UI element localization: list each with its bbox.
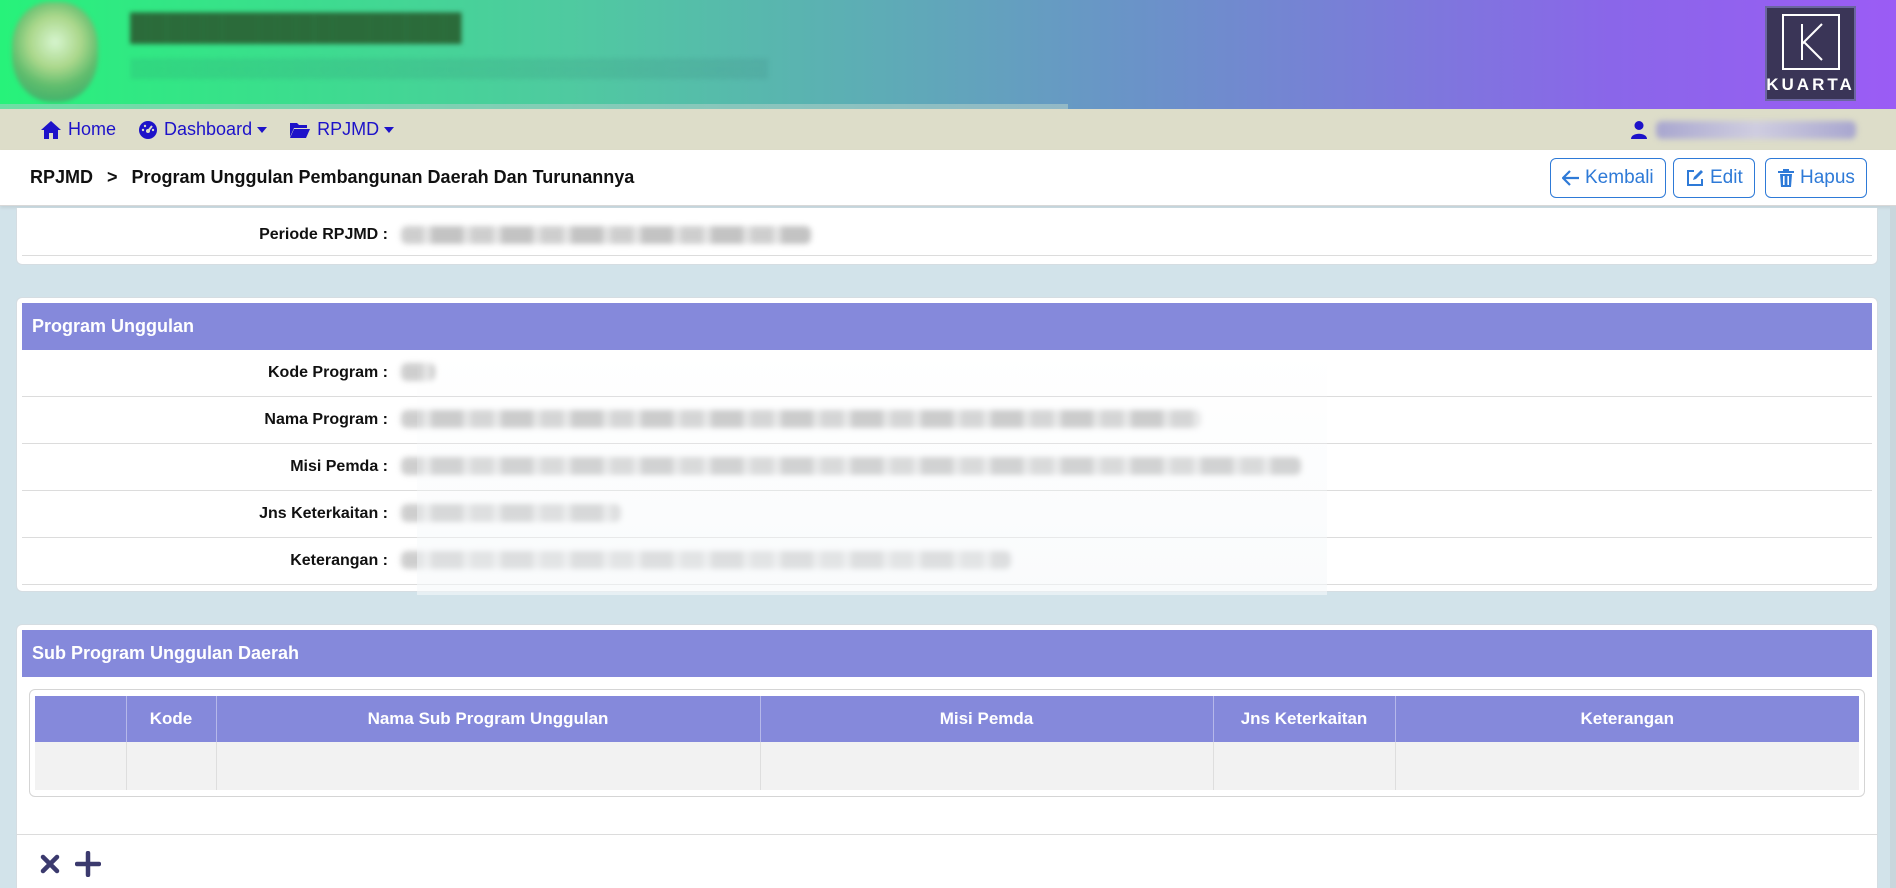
delete-button[interactable]: Hapus	[1765, 158, 1867, 198]
column-header-kode[interactable]: Kode	[125, 696, 216, 742]
chevron-down-icon	[384, 126, 395, 133]
sub-program-card: Sub Program Unggulan Daerah Kode Nama Su…	[16, 624, 1878, 888]
user-icon	[1631, 120, 1647, 139]
field-row-nama-program: Nama Program :	[22, 397, 1872, 444]
column-header-keterangan[interactable]: Keterangan	[1394, 696, 1859, 742]
delete-button-label: Hapus	[1800, 167, 1855, 188]
sub-program-table: Kode Nama Sub Program Unggulan Misi Pemd…	[35, 696, 1859, 790]
nav-rpjmd[interactable]: RPJMD	[289, 119, 395, 140]
nama-program-value-blurred	[401, 410, 1201, 428]
nav-dashboard-label: Dashboard	[164, 119, 253, 139]
field-row-kode-program: Kode Program :	[22, 350, 1872, 397]
table-cell	[125, 742, 216, 790]
table-cell	[215, 742, 760, 790]
home-icon	[41, 120, 61, 139]
arrow-left-icon	[1562, 170, 1579, 186]
periode-row: Periode RPJMD :	[22, 220, 1872, 256]
nav-rpjmd-label: RPJMD	[317, 119, 380, 139]
user-menu[interactable]	[1630, 109, 1856, 150]
breadcrumb-root[interactable]: RPJMD	[30, 167, 93, 188]
sub-program-header: Sub Program Unggulan Daerah	[22, 630, 1872, 677]
table-cell	[35, 742, 126, 790]
field-row-keterangan: Keterangan :	[22, 538, 1872, 585]
breadcrumb-current: Program Unggulan Pembangunan Daerah Dan …	[131, 167, 635, 187]
keterangan-value-blurred	[401, 551, 1011, 569]
app-banner: ██████████████████ ░░░░░░░░░░░░░░░░░░░░░…	[0, 0, 1896, 112]
edit-button-label: Edit	[1710, 167, 1743, 188]
banner-title-blurred: ██████████████████	[130, 13, 462, 42]
field-row-misi-pemda: Misi Pemda :	[22, 444, 1872, 491]
column-header-misi-pemda[interactable]: Misi Pemda	[759, 696, 1213, 742]
page-scrollbar[interactable]	[1890, 206, 1896, 888]
kode-program-label: Kode Program :	[267, 364, 388, 381]
kuarta-k-mark	[1781, 14, 1840, 70]
table-row[interactable]	[35, 742, 1859, 790]
government-crest-logo	[12, 2, 98, 102]
plus-icon[interactable]	[75, 851, 101, 877]
jns-keterkaitan-label: Jns Keterkaitan :	[259, 505, 388, 522]
chevron-down-icon	[257, 126, 268, 133]
misi-pemda-label: Misi Pemda :	[290, 458, 388, 475]
program-unggulan-header: Program Unggulan	[22, 303, 1872, 350]
table-header-row: Kode Nama Sub Program Unggulan Misi Pemd…	[35, 696, 1859, 742]
field-row-jns-keterkaitan: Jns Keterkaitan :	[22, 491, 1872, 538]
table-cell	[1212, 742, 1395, 790]
breadcrumb: RPJMD > Program Unggulan Pembangunan Dae…	[30, 167, 634, 188]
misi-pemda-value-blurred	[401, 457, 1301, 475]
sub-program-table-wrapper: Kode Nama Sub Program Unggulan Misi Pemd…	[29, 689, 1865, 797]
back-button-label: Kembali	[1585, 167, 1654, 188]
nama-program-label: Nama Program :	[264, 411, 388, 428]
dashboard-icon	[139, 120, 158, 139]
nav-home-label: Home	[68, 119, 117, 139]
kuarta-logo: KUARTA	[1765, 6, 1856, 101]
column-header-jns-keterkaitan[interactable]: Jns Keterkaitan	[1212, 696, 1395, 742]
table-cell	[759, 742, 1213, 790]
breadcrumb-separator: >	[107, 167, 118, 187]
column-header-select	[35, 696, 126, 742]
column-header-nama-sub-program[interactable]: Nama Sub Program Unggulan	[215, 696, 760, 742]
edit-button[interactable]: Edit	[1673, 158, 1755, 198]
user-name-blurred	[1656, 120, 1856, 139]
periode-label: Periode RPJMD :	[259, 226, 388, 243]
breadcrumb-bar: RPJMD > Program Unggulan Pembangunan Dae…	[0, 150, 1896, 206]
nav-home[interactable]: Home	[40, 119, 116, 140]
close-icon[interactable]	[39, 853, 61, 875]
back-button[interactable]: Kembali	[1550, 158, 1666, 198]
table-cell	[1394, 742, 1859, 790]
periode-card: Periode RPJMD :	[16, 208, 1878, 265]
keterangan-label: Keterangan :	[290, 552, 388, 569]
top-navbar: Home Dashboard RPJMD	[0, 109, 1896, 150]
banner-titles-blurred: ██████████████████ ░░░░░░░░░░░░░░░░░░░░░…	[130, 12, 1065, 108]
periode-value-blurred	[401, 226, 811, 244]
kode-program-value-blurred	[401, 363, 435, 381]
banner-subtitle-blurred: ░░░░░░░░░░░░░░░░░░░░░░░░░░░░░░░░░░░░░░░░…	[130, 58, 768, 78]
folder-open-icon	[290, 122, 311, 138]
edit-icon	[1687, 170, 1703, 186]
row-actions	[39, 851, 115, 877]
jns-keterkaitan-value-blurred	[401, 504, 621, 522]
nav-dashboard[interactable]: Dashboard	[138, 119, 268, 140]
program-unggulan-card: Program Unggulan Kode Program : Nama Pro…	[16, 297, 1878, 595]
trash-icon	[1778, 169, 1794, 187]
kuarta-brand-text: KUARTA	[1766, 75, 1855, 94]
sub-program-footer	[17, 834, 1877, 888]
